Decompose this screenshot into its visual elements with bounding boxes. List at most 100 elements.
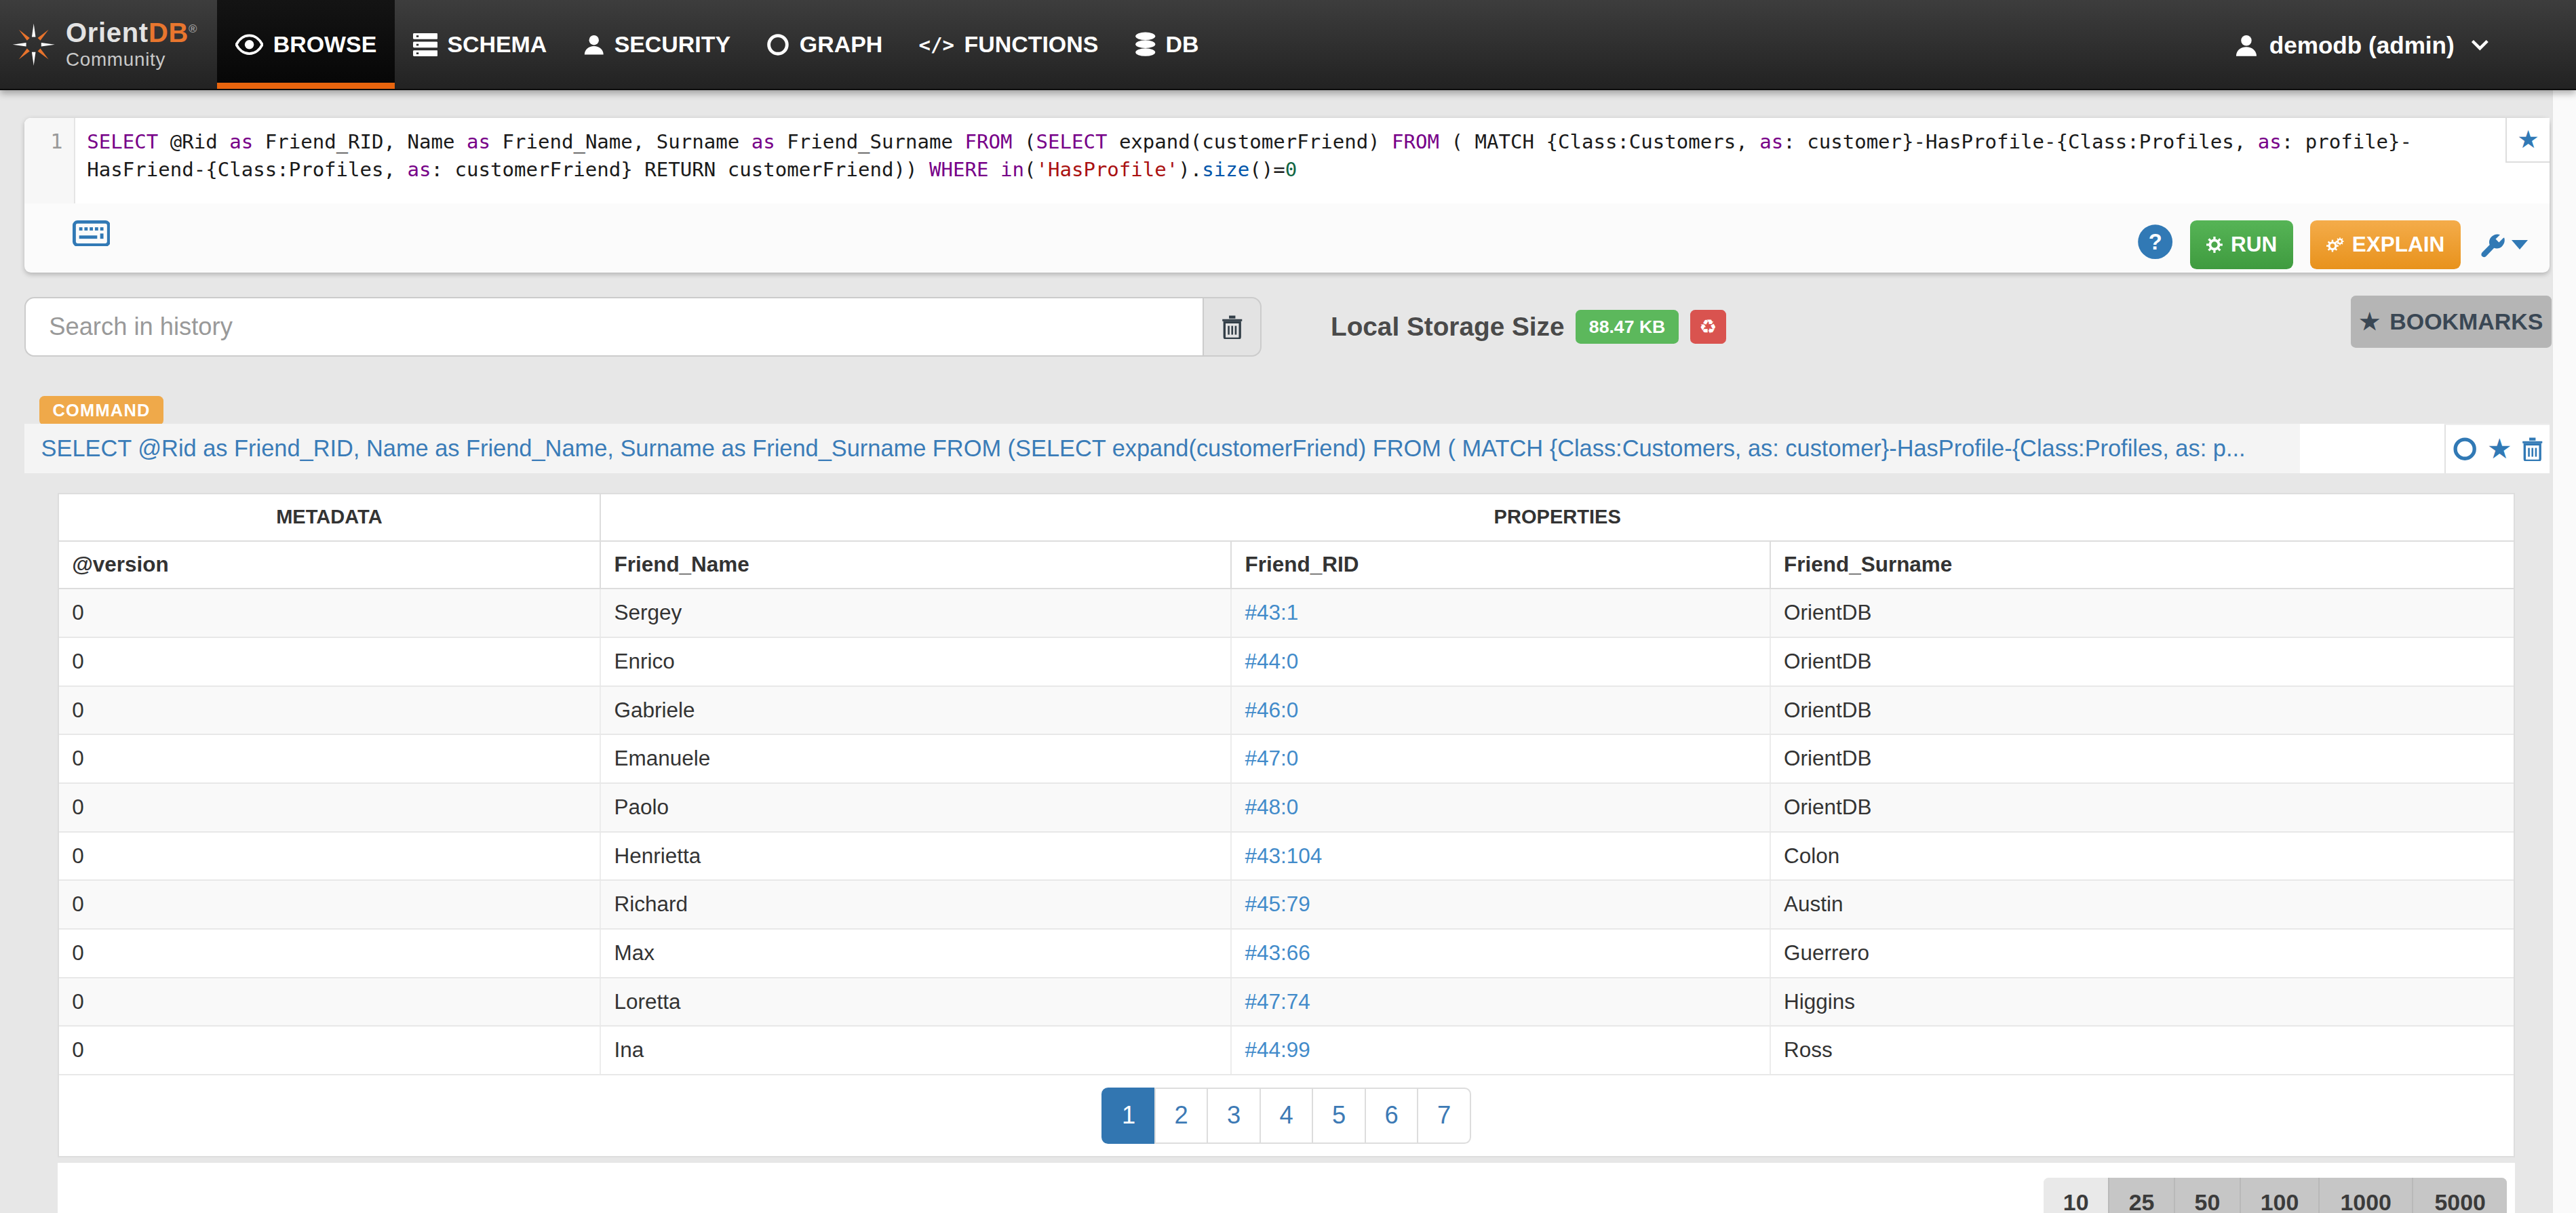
table-row[interactable]: 0Enrico#44:0OrientDB xyxy=(59,638,2514,687)
page-button-4[interactable]: 4 xyxy=(1260,1088,1314,1143)
nav-tab-db[interactable]: DB xyxy=(1116,0,1217,89)
table-cell: 0 xyxy=(59,589,601,637)
table-row[interactable]: 0Gabriele#46:0OrientDB xyxy=(59,687,2514,736)
page-button-3[interactable]: 3 xyxy=(1207,1088,1261,1143)
top-nav: OrientDB® Community BROWSESCHEMASECURITY… xyxy=(0,0,2576,90)
nav-tab-graph[interactable]: GRAPH xyxy=(749,0,901,89)
brand-logo[interactable]: OrientDB® Community xyxy=(0,0,197,89)
nav-tab-functions[interactable]: </>FUNCTIONS xyxy=(901,0,1116,89)
user-menu-label: demodb (admin) xyxy=(2269,32,2455,59)
column-header--version[interactable]: @version xyxy=(59,542,601,588)
table-row[interactable]: 0Henrietta#43:104Colon xyxy=(59,833,2514,881)
table-cell: Enrico xyxy=(601,638,1232,685)
page-size-5000[interactable]: 5000 xyxy=(2413,1178,2507,1213)
trash-icon xyxy=(1222,315,1243,339)
table-cell: 0 xyxy=(59,833,601,880)
rid-link[interactable]: #47:74 xyxy=(1232,978,1770,1026)
page-size-50[interactable]: 50 xyxy=(2175,1178,2241,1213)
column-header-friend-name[interactable]: Friend_Name xyxy=(601,542,1232,588)
footer-panel: 10255010010005000 xyxy=(58,1163,2516,1213)
orientdb-studio: OrientDB® Community BROWSESCHEMASECURITY… xyxy=(0,0,2576,1213)
nav-tab-security[interactable]: SECURITY xyxy=(565,0,749,89)
table-row[interactable]: 0Richard#45:79Austin xyxy=(59,881,2514,930)
rid-link[interactable]: #44:0 xyxy=(1232,638,1770,685)
table-row[interactable]: 0Paolo#48:0OrientDB xyxy=(59,784,2514,833)
settings-dropdown[interactable] xyxy=(2478,231,2529,258)
table-cell: Loretta xyxy=(601,978,1232,1026)
rid-link[interactable]: #43:66 xyxy=(1232,930,1770,977)
table-row[interactable]: 0Max#43:66Guerrero xyxy=(59,930,2514,978)
page-button-6[interactable]: 6 xyxy=(1365,1088,1419,1143)
group-properties: PROPERTIES xyxy=(601,494,2514,540)
user-icon xyxy=(583,33,604,56)
nav-tab-label: FUNCTIONS xyxy=(964,31,1099,58)
scrollbar-track[interactable] xyxy=(2552,90,2576,1213)
table-cell: 0 xyxy=(59,1027,601,1074)
star-icon: ★ xyxy=(2517,127,2539,152)
pagination: 1234567 xyxy=(1101,1088,1471,1143)
brand-name: OrientDB® xyxy=(66,20,197,47)
query-code-editor[interactable]: 1 SELECT @Rid as Friend_RID, Name as Fri… xyxy=(24,118,2550,203)
nav-tab-browse[interactable]: BROWSE xyxy=(217,0,395,89)
pagination-row: 1234567 xyxy=(59,1075,2514,1156)
column-header-friend-rid[interactable]: Friend_RID xyxy=(1232,542,1770,588)
table-cell: 0 xyxy=(59,930,601,977)
table-group-header: METADATA PROPERTIES xyxy=(59,494,2514,542)
query-editor-panel: 1 SELECT @Rid as Friend_RID, Name as Fri… xyxy=(24,118,2550,273)
rerun-icon[interactable] xyxy=(2453,437,2477,461)
table-cell: Max xyxy=(601,930,1232,977)
star-icon[interactable]: ★ xyxy=(2487,435,2512,463)
page-size-1000[interactable]: 1000 xyxy=(2320,1178,2413,1213)
page-size-25[interactable]: 25 xyxy=(2109,1178,2175,1213)
page-size-100[interactable]: 100 xyxy=(2241,1178,2320,1213)
table-cell: OrientDB xyxy=(1771,638,2514,685)
nav-tab-label: GRAPH xyxy=(800,31,882,58)
clear-history-button[interactable] xyxy=(1203,297,1262,356)
table-row[interactable]: 0Loretta#47:74Higgins xyxy=(59,978,2514,1027)
search-history-input[interactable] xyxy=(24,297,1203,356)
table-row[interactable]: 0Emanuele#47:0OrientDB xyxy=(59,735,2514,784)
group-metadata: METADATA xyxy=(59,494,601,540)
bookmark-query-button[interactable]: ★ xyxy=(2505,118,2550,162)
rid-link[interactable]: #47:0 xyxy=(1232,735,1770,782)
table-cell: 0 xyxy=(59,784,601,831)
table-cell: OrientDB xyxy=(1771,784,2514,831)
table-cell: Ross xyxy=(1771,1027,2514,1074)
table-row[interactable]: 0Sergey#43:1OrientDB xyxy=(59,589,2514,638)
table-row[interactable]: 0Ina#44:99Ross xyxy=(59,1027,2514,1075)
table-cell: Colon xyxy=(1771,833,2514,880)
table-cell: Richard xyxy=(601,881,1232,928)
command-query-link[interactable]: SELECT @Rid as Friend_RID, Name as Frien… xyxy=(24,424,2300,473)
nav-tab-schema[interactable]: SCHEMA xyxy=(395,0,565,89)
page-button-7[interactable]: 7 xyxy=(1417,1088,1471,1143)
page-size-10[interactable]: 10 xyxy=(2044,1178,2109,1213)
table-header-row: @versionFriend_NameFriend_RIDFriend_Surn… xyxy=(59,542,2514,589)
command-history-row: SELECT @Rid as Friend_RID, Name as Frien… xyxy=(24,424,2550,473)
bookmarks-button[interactable]: ★ BOOKMARKS xyxy=(2351,296,2552,349)
query-text[interactable]: SELECT @Rid as Friend_RID, Name as Frien… xyxy=(87,128,2484,184)
refresh-storage-button[interactable]: ♻ xyxy=(1690,310,1726,344)
rid-link[interactable]: #43:1 xyxy=(1232,589,1770,637)
results-table: METADATA PROPERTIES @versionFriend_NameF… xyxy=(58,493,2516,1157)
table-cell: 0 xyxy=(59,881,601,928)
explain-button[interactable]: EXPLAIN xyxy=(2310,220,2461,270)
table-cell: Ina xyxy=(601,1027,1232,1074)
rid-link[interactable]: #44:99 xyxy=(1232,1027,1770,1074)
rid-link[interactable]: #43:104 xyxy=(1232,833,1770,880)
table-cell: OrientDB xyxy=(1771,735,2514,782)
keyboard-shortcuts-icon[interactable] xyxy=(73,220,111,253)
rid-link[interactable]: #45:79 xyxy=(1232,881,1770,928)
brand-tagline: Community xyxy=(66,50,197,69)
page-button-1[interactable]: 1 xyxy=(1101,1088,1156,1143)
table-cell: Higgins xyxy=(1771,978,2514,1026)
run-button[interactable]: RUN xyxy=(2190,220,2294,270)
user-menu[interactable]: demodb (admin) xyxy=(2235,0,2489,90)
table-cell: 0 xyxy=(59,735,601,782)
trash-icon[interactable] xyxy=(2522,437,2543,461)
rid-link[interactable]: #46:0 xyxy=(1232,687,1770,734)
page-button-5[interactable]: 5 xyxy=(1312,1088,1366,1143)
column-header-friend-surname[interactable]: Friend_Surname xyxy=(1771,542,2514,588)
rid-link[interactable]: #48:0 xyxy=(1232,784,1770,831)
help-button[interactable]: ? xyxy=(2137,224,2173,266)
page-button-2[interactable]: 2 xyxy=(1154,1088,1209,1143)
